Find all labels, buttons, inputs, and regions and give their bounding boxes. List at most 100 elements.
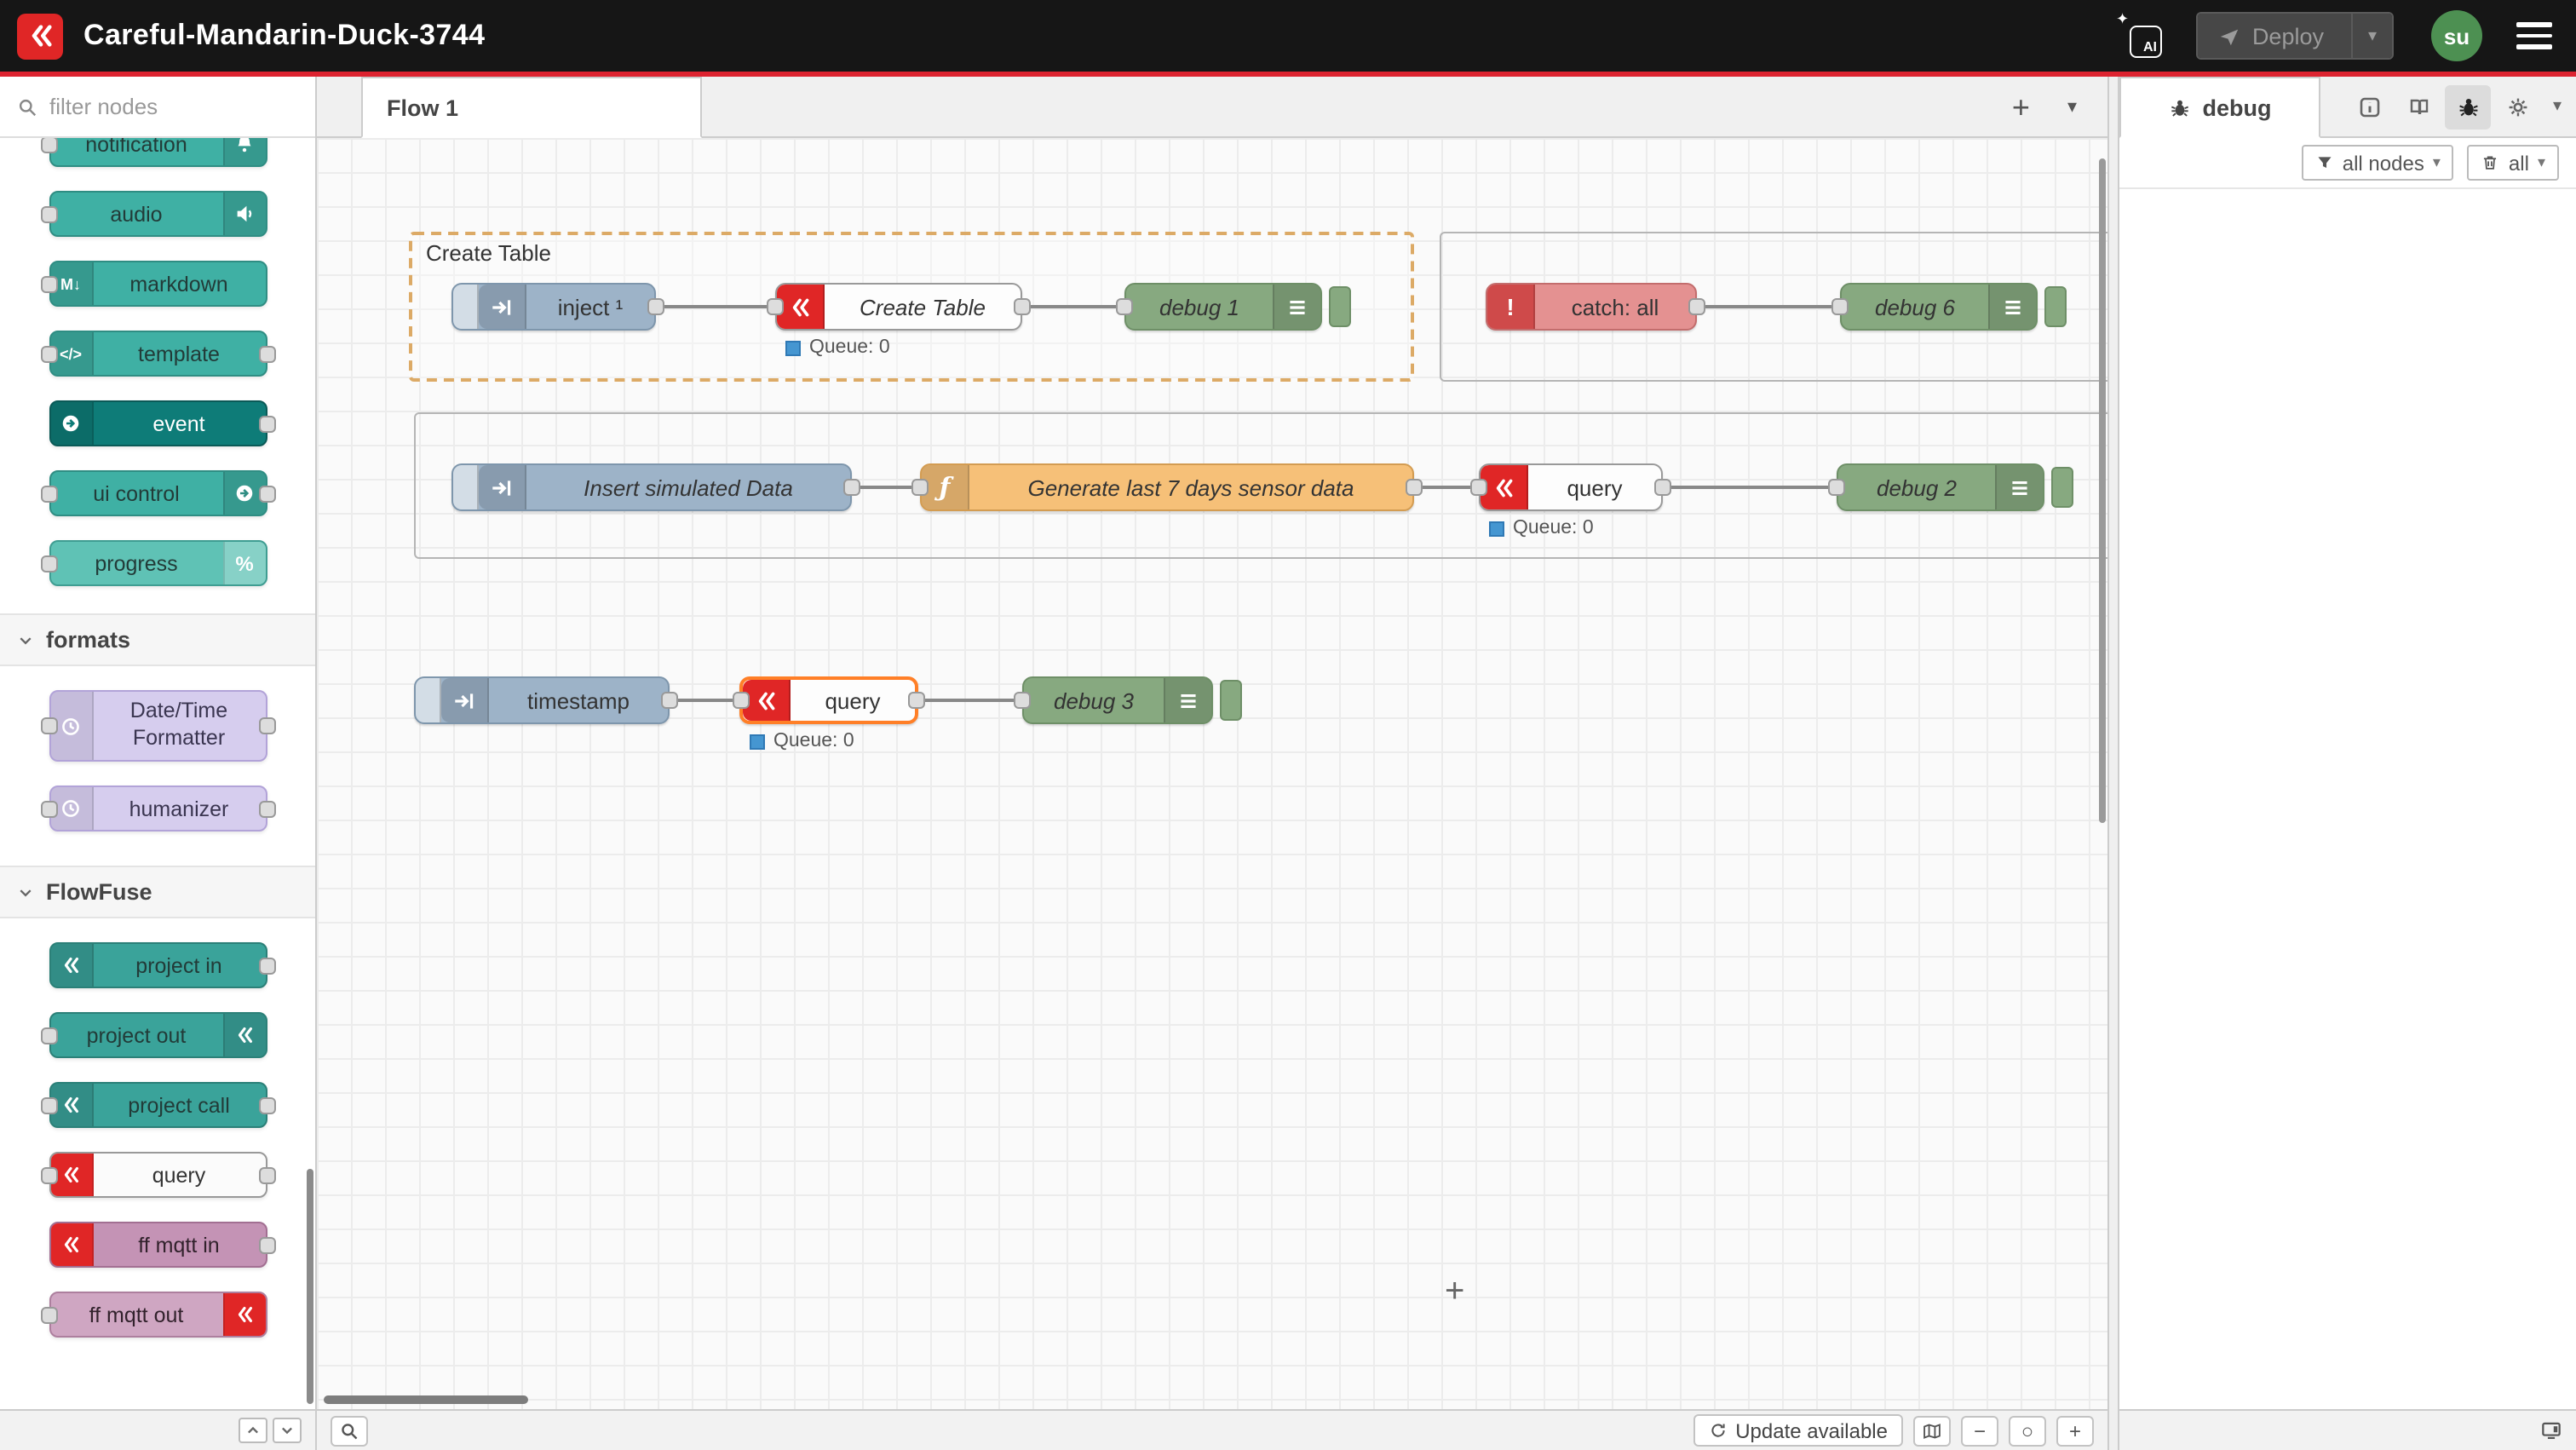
palette-node-markdown[interactable]: M↓ markdown (49, 261, 267, 307)
node-generate-sensor-data[interactable]: ƒ Generate last 7 days sensor data (920, 463, 1414, 511)
zoom-out-button[interactable]: − (1961, 1415, 1998, 1446)
palette-scrollbar[interactable] (307, 1169, 313, 1404)
palette-node-progress[interactable]: progress % (49, 540, 267, 586)
palette-node-ui-control[interactable]: ui control (49, 470, 267, 516)
output-port[interactable] (1014, 298, 1031, 315)
palette-node-event[interactable]: event (49, 400, 267, 446)
palette-section-flowfuse[interactable]: FlowFuse (0, 866, 315, 918)
debug-enable-toggle[interactable] (1329, 286, 1351, 327)
expand-categories-button[interactable] (273, 1418, 302, 1443)
debug-enable-toggle[interactable] (2044, 286, 2067, 327)
debug-tab-icon[interactable] (2445, 84, 2491, 129)
input-port[interactable] (733, 692, 750, 709)
output-port[interactable] (908, 692, 925, 709)
output-port[interactable] (843, 479, 860, 496)
inject-trigger-button[interactable] (453, 285, 479, 329)
inject-trigger-button[interactable] (453, 465, 479, 509)
output-port[interactable] (661, 692, 678, 709)
node-query-selected[interactable]: query (739, 676, 918, 724)
output-port (258, 717, 275, 734)
output-port[interactable] (647, 298, 664, 315)
input-port[interactable] (1831, 298, 1849, 315)
palette-node-datetime-formatter[interactable]: Date/TimeFormatter (49, 690, 267, 762)
sidebar-options-button[interactable]: ▾ (2542, 84, 2573, 129)
flowfuse-logo-icon[interactable] (17, 13, 63, 59)
ai-assistant-icon[interactable]: ✦ AI (2118, 14, 2162, 57)
node-debug-2[interactable]: debug 2 (1837, 463, 2044, 511)
palette-node-audio[interactable]: audio (49, 191, 267, 237)
expand-sidebar-icon[interactable] (2540, 1419, 2562, 1441)
input-port[interactable] (1116, 298, 1133, 315)
node-debug-6[interactable]: debug 6 (1840, 283, 2038, 331)
node-debug-1[interactable]: debug 1 (1124, 283, 1322, 331)
palette-node-project-out[interactable]: project out (49, 1012, 267, 1058)
config-gear-tab-icon[interactable] (2494, 84, 2540, 129)
minimap-button[interactable] (1913, 1415, 1951, 1446)
node-timestamp[interactable]: timestamp (414, 676, 670, 724)
input-port[interactable] (911, 479, 929, 496)
sidebar-footer (2119, 1409, 2576, 1450)
debug-filter-button[interactable]: all nodes ▾ (2302, 145, 2454, 181)
add-flow-button[interactable]: + (2012, 91, 2030, 122)
header: Careful-Mandarin-Duck-3744 ✦ AI Deploy ▾… (0, 0, 2576, 72)
palette-node-ff-mqtt-in[interactable]: ff mqtt in (49, 1222, 267, 1268)
node-query-2[interactable]: query (1479, 463, 1663, 511)
inject-icon (441, 678, 489, 722)
debug-messages-panel[interactable] (2119, 189, 2576, 1409)
tab-flow-1[interactable]: Flow 1 (361, 77, 702, 138)
node-inject-1[interactable]: inject ¹ (451, 283, 656, 331)
main-menu-button[interactable] (2516, 22, 2552, 49)
palette-node-project-call[interactable]: project call (49, 1082, 267, 1128)
palette-node-template[interactable]: </> template (49, 331, 267, 377)
deploy-label: Deploy (2252, 23, 2324, 49)
debug-enable-toggle[interactable] (2051, 467, 2073, 508)
sidebar-tab-debug[interactable]: debug (2119, 77, 2320, 138)
flow-canvas[interactable]: Create Table inject ¹ Create Table (317, 138, 2107, 1409)
output-port[interactable] (1688, 298, 1705, 315)
flowfuse-icon (222, 1293, 265, 1336)
palette-node-ff-mqtt-out[interactable]: ff mqtt out (49, 1292, 267, 1338)
zoom-reset-button[interactable]: ○ (2009, 1415, 2046, 1446)
input-port[interactable] (1014, 692, 1031, 709)
node-debug-3[interactable]: debug 3 (1022, 676, 1213, 724)
palette-node-query[interactable]: query (49, 1152, 267, 1198)
zoom-in-button[interactable]: + (2056, 1415, 2094, 1446)
output-port[interactable] (1406, 479, 1423, 496)
collapse-categories-button[interactable] (239, 1418, 267, 1443)
sidebar-splitter[interactable] (2107, 77, 2119, 1450)
debug-sidebar-icon (1164, 678, 1211, 722)
debug-clear-button[interactable]: all ▾ (2468, 145, 2559, 181)
palette-node-notification[interactable]: notification (49, 138, 267, 167)
canvas-horizontal-scrollbar[interactable] (324, 1395, 528, 1404)
node-insert-simulated-data[interactable]: Insert simulated Data (451, 463, 852, 511)
inject-trigger-button[interactable] (416, 678, 441, 722)
palette-section-formats[interactable]: formats (0, 613, 315, 666)
debug-enable-toggle[interactable] (1220, 680, 1242, 721)
palette-search-input[interactable] (49, 94, 298, 119)
output-port[interactable] (1654, 479, 1671, 496)
output-port (258, 1096, 275, 1113)
input-port (40, 717, 57, 734)
workspace: Flow 1 + ▾ (317, 77, 2107, 1450)
node-palette: notification audio M↓ markdown </> tem (0, 77, 317, 1450)
bell-icon (222, 138, 265, 165)
update-available-button[interactable]: Update available (1693, 1414, 1903, 1447)
flow-list-button[interactable]: ▾ (2067, 95, 2077, 118)
deploy-options-button[interactable]: ▾ (2351, 14, 2392, 58)
canvas-search-button[interactable] (331, 1415, 368, 1446)
palette-node-humanizer[interactable]: humanizer (49, 785, 267, 831)
flowfuse-icon (50, 1223, 93, 1266)
canvas-vertical-scrollbar[interactable] (2099, 158, 2106, 823)
deploy-button[interactable]: Deploy ▾ (2196, 12, 2394, 60)
help-book-tab-icon[interactable] (2395, 84, 2441, 129)
user-avatar[interactable]: su (2431, 10, 2482, 61)
input-port[interactable] (767, 298, 784, 315)
info-tab-icon[interactable] (2346, 84, 2392, 129)
input-port[interactable] (1828, 479, 1845, 496)
input-port[interactable] (1470, 479, 1487, 496)
node-catch-all[interactable]: ! catch: all (1486, 283, 1697, 331)
flowfuse-query-icon (743, 680, 791, 721)
node-create-table-query[interactable]: Create Table (775, 283, 1022, 331)
palette-node-project-in[interactable]: project in (49, 942, 267, 988)
canvas-footer: Update available − ○ + (317, 1409, 2107, 1450)
